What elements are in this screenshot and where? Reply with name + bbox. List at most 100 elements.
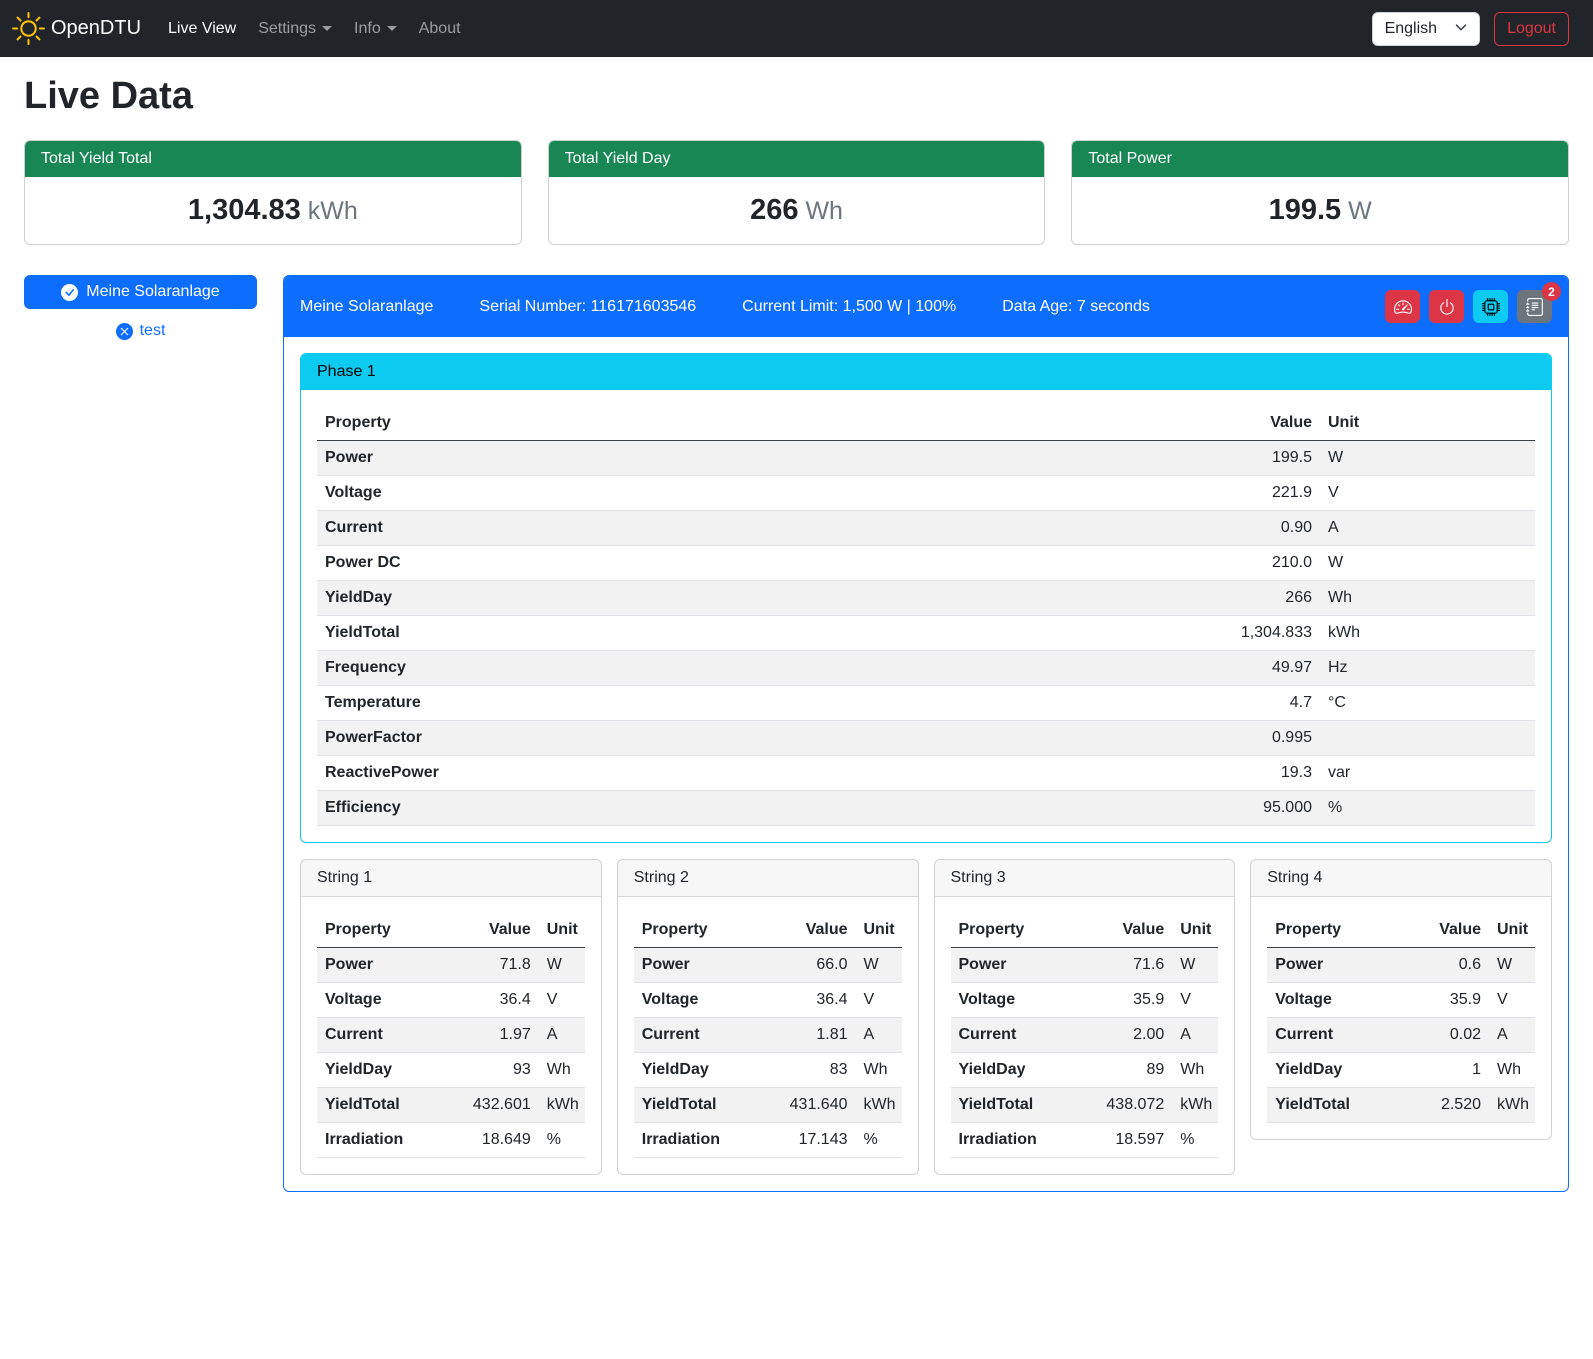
value-cell: 1.97 (459, 1018, 539, 1053)
string-card-2: String 2 Property Value Unit (617, 859, 919, 1175)
logout-button[interactable]: Logout (1494, 12, 1569, 46)
table-row: Irradiation 17.143 % (634, 1123, 902, 1158)
property-cell: YieldDay (317, 1053, 459, 1088)
property-cell: YieldDay (634, 1053, 776, 1088)
value-cell: 210.0 (1190, 546, 1320, 581)
unit-cell: W (856, 948, 902, 983)
string-card-3: String 3 Property Value Unit (934, 859, 1236, 1175)
unit-cell: A (1489, 1018, 1535, 1053)
string-card-1: String 1 Property Value Unit (300, 859, 602, 1175)
inverter-limit: Current Limit: 1,500 W | 100% (742, 298, 956, 316)
nav-item-settings-label: Settings (258, 20, 316, 37)
unit-cell: W (1172, 948, 1218, 983)
table-row: Voltage 221.9 V (317, 476, 1535, 511)
property-cell: Voltage (1267, 983, 1409, 1018)
property-cell: Current (317, 1018, 459, 1053)
language-select-value: English (1385, 20, 1437, 38)
summary-unit: kWh (308, 197, 358, 225)
summary-card-total-power: Total Power 199.5W (1071, 140, 1569, 245)
string-body: Property Value Unit Power 0.6 W (1251, 897, 1551, 1139)
value-cell: 36.4 (459, 983, 539, 1018)
limit-settings-button[interactable] (1385, 290, 1420, 323)
property-cell: Power (634, 948, 776, 983)
sidebar-item-label: test (140, 322, 166, 340)
table-row: Voltage 35.9 V (1267, 983, 1535, 1018)
table-row: Frequency 49.97 Hz (317, 651, 1535, 686)
journal-icon (1526, 298, 1544, 316)
table-row: PowerFactor 0.995 (317, 721, 1535, 756)
sidebar-item-test[interactable]: test (24, 315, 257, 347)
property-cell: YieldDay (1267, 1053, 1409, 1088)
column-header-property: Property (317, 913, 459, 948)
string-title: String 1 (301, 860, 601, 897)
property-cell: Irradiation (634, 1123, 776, 1158)
sun-icon (12, 12, 45, 45)
inverter-panel-header: Meine Solaranlage Serial Number: 1161716… (284, 276, 1568, 337)
unit-cell: % (539, 1123, 585, 1158)
unit-cell: kWh (1172, 1088, 1218, 1123)
value-cell: 0.995 (1190, 721, 1320, 756)
unit-cell (1320, 721, 1535, 756)
speedometer-icon (1394, 298, 1412, 316)
value-cell: 18.649 (459, 1123, 539, 1158)
table-row: Current 2.00 A (951, 1018, 1219, 1053)
table-row: Current 0.90 A (317, 511, 1535, 546)
property-cell: Power (951, 948, 1093, 983)
power-icon (1438, 298, 1456, 316)
table-row: Voltage 36.4 V (317, 983, 585, 1018)
property-cell: Power (317, 441, 1190, 476)
value-cell: 0.6 (1409, 948, 1489, 983)
inverter-actions: 2 (1385, 290, 1552, 323)
property-cell: YieldTotal (634, 1088, 776, 1123)
table-header-row: Property Value Unit (317, 913, 585, 948)
unit-cell: V (856, 983, 902, 1018)
table-row: Power 71.6 W (951, 948, 1219, 983)
value-cell: 221.9 (1190, 476, 1320, 511)
value-cell: 438.072 (1092, 1088, 1172, 1123)
string-body: Property Value Unit Power 71.8 W (301, 897, 601, 1174)
table-row: Current 0.02 A (1267, 1018, 1535, 1053)
inverter-sidebar: Meine Solaranlage test (24, 275, 257, 347)
table-row: Power 0.6 W (1267, 948, 1535, 983)
summary-card-title: Total Yield Day (549, 141, 1045, 177)
property-cell: Power (317, 948, 459, 983)
device-info-button[interactable] (1473, 290, 1508, 323)
inverter-panel-body: Phase 1 Property Value Unit (284, 337, 1568, 1191)
nav-item-info[interactable]: Info (343, 12, 408, 46)
brand[interactable]: OpenDTU (12, 12, 141, 45)
column-header-unit: Unit (1320, 406, 1535, 441)
value-cell: 0.02 (1409, 1018, 1489, 1053)
value-cell: 2.00 (1092, 1018, 1172, 1053)
summary-card-total-yield-day: Total Yield Day 266Wh (548, 140, 1046, 245)
unit-cell: kWh (1320, 616, 1535, 651)
string-table: Property Value Unit Power 71.8 W (317, 913, 585, 1158)
summary-card-title: Total Power (1072, 141, 1568, 177)
unit-cell: A (1320, 511, 1535, 546)
nav-item-live-view[interactable]: Live View (157, 12, 247, 46)
phase-card: Phase 1 Property Value Unit (300, 353, 1552, 843)
event-log-button[interactable]: 2 (1517, 290, 1552, 323)
nav-right: English Logout (1372, 12, 1569, 46)
unit-cell: °C (1320, 686, 1535, 721)
property-cell: Current (951, 1018, 1093, 1053)
nav-item-settings[interactable]: Settings (247, 12, 343, 46)
property-cell: Irradiation (317, 1123, 459, 1158)
table-row: YieldTotal 2.520 kWh (1267, 1088, 1535, 1123)
table-row: Power DC 210.0 W (317, 546, 1535, 581)
value-cell: 431.640 (776, 1088, 856, 1123)
unit-cell: V (1320, 476, 1535, 511)
unit-cell: Wh (856, 1053, 902, 1088)
table-row: Irradiation 18.597 % (951, 1123, 1219, 1158)
language-select[interactable]: English (1372, 12, 1480, 46)
table-row: Power 199.5 W (317, 441, 1535, 476)
inverter-data-age: Data Age: 7 seconds (1002, 298, 1150, 316)
nav-item-about[interactable]: About (408, 12, 472, 46)
property-cell: Current (634, 1018, 776, 1053)
value-cell: 36.4 (776, 983, 856, 1018)
summary-card-title: Total Yield Total (25, 141, 521, 177)
column-header-unit: Unit (539, 913, 585, 948)
string-title: String 2 (618, 860, 918, 897)
power-button[interactable] (1429, 290, 1464, 323)
unit-cell: V (1172, 983, 1218, 1018)
sidebar-item-meine-solaranlage[interactable]: Meine Solaranlage (24, 275, 257, 309)
